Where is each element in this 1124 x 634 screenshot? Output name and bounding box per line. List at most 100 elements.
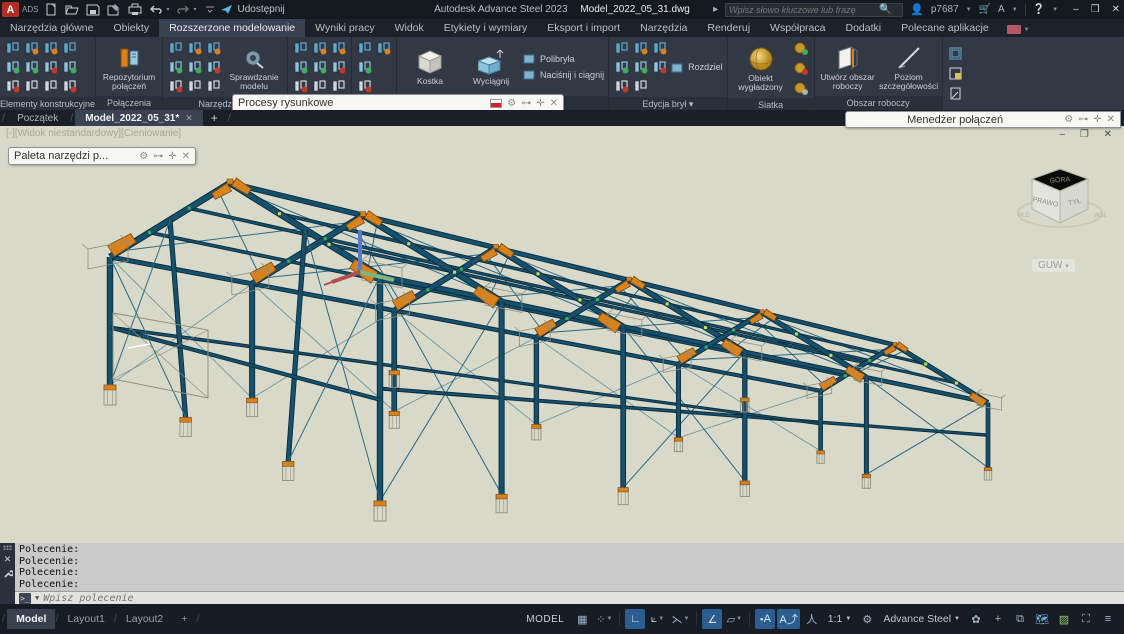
search-box[interactable]: 🔍 [725,3,903,17]
box-solid-icon[interactable] [947,65,964,82]
search-input[interactable] [729,5,879,15]
ribbon-tool-icon[interactable] [330,39,347,56]
pin-icon[interactable]: ⊶ [1078,114,1088,125]
ribbon-tab-10[interactable]: Współpraca [760,19,835,37]
polar-tracking-icon[interactable]: ⟀▼ [647,609,667,629]
save-as-icon[interactable] [107,3,121,16]
annotation-visibility-icon[interactable]: 🞄A [755,609,775,629]
user-dropdown-icon[interactable]: ▼ [966,7,972,13]
isodraft-icon[interactable]: ⋋▼ [669,609,691,629]
gear-icon[interactable]: ⚙ [507,98,516,109]
ribbon-tool-icon[interactable] [356,77,373,94]
open-file-icon[interactable] [65,3,79,16]
ribbon-tool-icon[interactable] [23,58,40,75]
new-layout-button[interactable]: + [172,609,196,629]
file-tab-1[interactable]: Początek [7,110,68,126]
annotation-autoscale-icon[interactable]: A⤴ [777,609,799,629]
ribbon-tool-icon[interactable] [356,58,373,75]
menu-icon[interactable]: ≡ [1098,609,1118,629]
ribbon-tool-icon[interactable] [205,39,222,56]
ribbon-tool-icon[interactable] [205,58,222,75]
viewport-window-buttons[interactable]: – ❐ ✕ [1060,129,1118,140]
polibryla-button[interactable]: Polibryła [523,52,604,65]
ribbon-tool-icon[interactable] [167,39,184,56]
ribbon-tool-icon[interactable] [167,77,184,94]
panel-label[interactable]: Połączenia [96,96,162,110]
search-icon[interactable]: 🔍 [879,4,891,15]
featured-app-icon[interactable] [1007,25,1021,34]
ribbon-tool-icon[interactable] [186,39,203,56]
customization-gear-icon[interactable]: ✿ [966,609,986,629]
ribbon-tool-icon[interactable] [292,77,309,94]
close-command-icon[interactable]: ✕ [4,554,12,565]
new-file-icon[interactable] [44,3,58,16]
ribbon-tool-icon[interactable] [23,39,40,56]
command-input-row[interactable]: >_ ▼ [15,591,1124,604]
ribbon-tool-icon[interactable] [292,58,309,75]
close-icon[interactable]: ✕ [1107,114,1115,125]
ribbon-tool-icon[interactable] [651,58,668,75]
ribbon-tool-icon[interactable] [632,58,649,75]
panel-label[interactable]: Siatka [728,98,814,110]
pin-icon[interactable]: ⊶ [153,151,163,162]
command-window-grip[interactable]: ✕ [0,543,15,604]
ucs-selector[interactable]: GUW ▾ [1032,259,1075,272]
user-name[interactable]: p7687 [931,4,959,15]
command-dropdown-icon[interactable]: ▼ [35,594,39,602]
close-icon[interactable]: ✕ [550,98,558,109]
ribbon-tool-icon[interactable] [632,39,649,56]
help-dropdown-icon[interactable]: ▼ [1052,7,1058,13]
ribbon-tool-icon[interactable] [356,39,373,56]
ribbon-tool-icon[interactable] [613,39,630,56]
osnap-icon[interactable]: ∠ [702,609,722,629]
close-tab-icon[interactable]: ✕ [185,113,193,124]
gear-icon[interactable]: ⚙ [139,151,148,162]
panel-label[interactable]: Elementy konstrukcyjne [0,97,95,110]
move-icon[interactable]: ✛ [168,151,176,162]
osnap-3d-icon[interactable]: ▱▼ [724,609,744,629]
ribbon-tool-icon[interactable] [61,58,78,75]
layout-tab-layout2[interactable]: Layout2 [117,609,172,629]
gear-icon[interactable]: ⚙ [1064,114,1073,125]
help-icon[interactable]: ❔ [1033,4,1045,15]
mesh-tool-icon[interactable] [793,39,810,56]
ribbon-tab-8[interactable]: Narzędzia [630,19,697,37]
ribbon-tab-1[interactable]: Narzędzia główne [0,19,103,37]
page-arrow-icon[interactable] [947,85,964,102]
ribbon-tool-icon[interactable] [205,77,222,94]
hardware-acceleration-icon[interactable]: ▨ [1054,609,1074,629]
ribbon-tool-icon[interactable] [330,58,347,75]
move-icon[interactable]: ✛ [1093,114,1101,125]
ribbon-tab-12[interactable]: Polecane aplikacje [891,19,999,37]
annotation-scale-icon[interactable]: 人 [802,609,822,629]
app-store-icon[interactable]: 🛒 [979,4,991,15]
tool-palette-bar[interactable]: Paleta narzędzi p... ⚙ ⊶ ✛ ✕ [8,147,196,165]
ribbon-tool-icon[interactable] [4,77,21,94]
panel-label[interactable]: Obszar roboczy [815,96,942,110]
move-icon[interactable]: ✛ [536,98,544,109]
box-wireframe-icon[interactable] [947,45,964,62]
fullscreen-icon[interactable]: ⛶ [1076,609,1096,629]
ribbon-tab-2[interactable]: Obiekty [103,19,159,37]
ortho-icon[interactable]: ∟ [625,609,645,629]
isolate-objects-icon[interactable]: ⧉ [1010,609,1030,629]
redo-icon-dropdown[interactable]: ▾ [193,6,196,13]
utworz-obszar-roboczy-button[interactable]: Utwórz obszar roboczy [819,43,877,91]
undo-icon-dropdown[interactable]: ▾ [166,6,169,13]
ribbon-tab-6[interactable]: Etykiety i wymiary [434,19,537,37]
model-space-label[interactable]: MODEL [526,614,564,625]
autodesk-dropdown-icon[interactable]: ▼ [1012,7,1018,13]
panel-label[interactable]: Edycja brył ▾ [609,97,727,110]
ribbon-tool-icon[interactable] [23,77,40,94]
save-icon[interactable] [86,3,100,16]
mesh-tool-icon[interactable] [793,79,810,96]
ribbon-tool-icon[interactable] [61,39,78,56]
ribbon-tool-icon[interactable] [4,58,21,75]
steel-structure-model[interactable] [0,126,1124,543]
workspace-menu[interactable]: Advance Steel [883,613,951,625]
ribbon-tool-icon[interactable] [4,39,21,56]
ribbon-tool-icon[interactable] [186,77,203,94]
autodesk-account-icon[interactable]: A [998,4,1005,15]
obiekt-wygladzony-button[interactable]: Obiekt wygładzony [732,44,790,92]
undo-icon[interactable] [149,3,163,16]
